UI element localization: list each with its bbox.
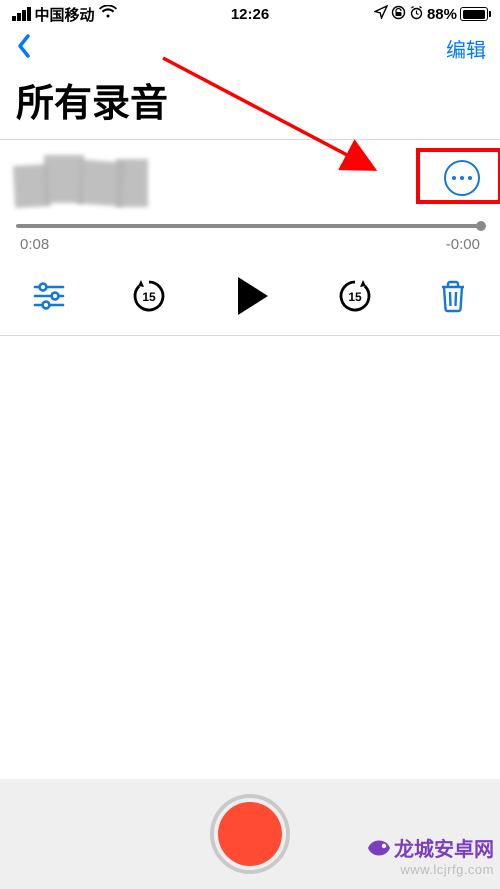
remaining-time: -0:00 (446, 236, 480, 253)
play-button[interactable] (232, 275, 272, 317)
back-button[interactable] (14, 32, 34, 65)
recording-title-censored (14, 147, 154, 209)
location-icon (374, 5, 388, 23)
clock-label: 12:26 (231, 6, 269, 23)
wifi-icon (99, 5, 117, 23)
forward-15-button[interactable]: 15 (336, 277, 374, 315)
delete-button[interactable] (438, 279, 468, 313)
recording-item[interactable]: 0:08 -0:00 15 (0, 140, 500, 335)
watermark-brand: 龙城安卓网 (394, 833, 494, 862)
elapsed-time: 0:08 (20, 236, 49, 253)
rewind-15-button[interactable]: 15 (130, 277, 168, 315)
battery-icon (460, 7, 488, 21)
watermark-url: www.lcjrfg.com (366, 862, 494, 877)
status-bar: 中国移动 12:26 88% (0, 0, 500, 28)
alarm-icon (409, 5, 424, 24)
edit-button[interactable]: 编辑 (446, 34, 486, 63)
battery-pct-label: 88% (427, 6, 457, 23)
svg-text:15: 15 (142, 290, 156, 304)
carrier-label: 中国移动 (35, 4, 95, 25)
watermark: 龙城安卓网 www.lcjrfg.com (366, 833, 494, 877)
rotation-lock-icon (391, 5, 406, 24)
svg-text:15: 15 (348, 290, 362, 304)
page-title: 所有录音 (0, 68, 500, 139)
divider (0, 335, 500, 336)
scrubber-thumb[interactable] (476, 221, 486, 231)
signal-icon (12, 7, 31, 21)
nav-bar: 编辑 (0, 28, 500, 68)
scrubber[interactable]: 0:08 -0:00 (14, 216, 486, 253)
playback-controls: 15 15 (14, 253, 486, 335)
record-button[interactable] (210, 794, 290, 874)
annotation-highlight-box (416, 148, 500, 204)
options-button[interactable] (32, 281, 66, 311)
